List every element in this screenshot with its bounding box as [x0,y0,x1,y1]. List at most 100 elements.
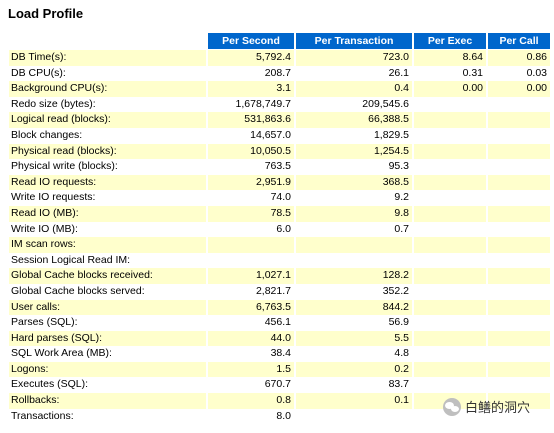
row-label: IM scan rows: [9,237,206,253]
table-row: Executes (SQL): 670.7 83.7 [9,377,550,394]
header-per-second: Per Second [208,33,294,50]
cell-per-call [488,143,550,160]
cell-per-exec [414,174,486,191]
cell-per-exec [414,252,486,269]
cell-per-second: 208.7 [208,65,294,82]
cell-per-transaction: 352.2 [296,283,412,300]
cell-per-call: 0.86 [488,50,550,66]
cell-per-exec [414,205,486,222]
row-label: Write IO requests: [9,190,206,206]
cell-per-second: 2,951.9 [208,174,294,191]
cell-per-call [488,283,550,300]
cell-per-transaction: 9.2 [296,190,412,206]
cell-per-exec [414,112,486,128]
cell-per-second: 74.0 [208,190,294,206]
cell-per-transaction: 1,829.5 [296,127,412,144]
cell-per-exec [414,221,486,238]
cell-per-second: 0.8 [208,393,294,409]
row-label: DB CPU(s): [9,65,206,82]
cell-per-transaction: 0.1 [296,393,412,409]
cell-per-transaction: 9.8 [296,205,412,222]
table-row: Logons: 1.5 0.2 [9,361,550,378]
cell-per-second: 456.1 [208,315,294,331]
cell-per-transaction: 4.8 [296,346,412,362]
cell-per-transaction [296,252,412,269]
row-label: Block changes: [9,127,206,144]
cell-per-call [488,330,550,347]
cell-per-call [488,127,550,144]
table-row: Global Cache blocks received: 1,027.1 128.… [9,268,550,284]
table-row: Write IO requests: 74.0 9.2 [9,190,550,206]
cell-per-second: 78.5 [208,205,294,222]
cell-per-transaction: 0.7 [296,221,412,238]
cell-per-exec [414,237,486,253]
cell-per-call [488,221,550,238]
cell-per-transaction [296,408,412,425]
table-body: DB Time(s): 5,792.4 723.0 8.64 0.86 DB CPU(s)… [9,50,550,425]
page-title: Load Profile [8,6,84,21]
cell-per-transaction: 0.2 [296,361,412,378]
header-per-exec: Per Exec [414,33,486,50]
cell-per-exec [414,143,486,160]
cell-per-exec: 0.31 [414,65,486,82]
row-label: Write IO (MB): [9,221,206,238]
cell-per-transaction: 26.1 [296,65,412,82]
table-row: Block changes: 14,657.0 1,829.5 [9,127,550,144]
row-label: Physical write (blocks): [9,159,206,175]
cell-per-call [488,159,550,175]
cell-per-second: 763.5 [208,159,294,175]
table-row: Session Logical Read IM: [9,252,550,269]
table-row: Logical read (blocks): 531,863.6 66,388.5 [9,112,550,128]
cell-per-exec [414,190,486,206]
cell-per-call [488,96,550,113]
table-row: DB CPU(s): 208.7 26.1 0.31 0.03 [9,65,550,82]
cell-per-second: 3.1 [208,81,294,97]
cell-per-exec [414,268,486,284]
cell-per-exec [414,127,486,144]
table-row: SQL Work Area (MB): 38.4 4.8 [9,346,550,362]
cell-per-second: 8.0 [208,408,294,425]
row-label: Transactions: [9,408,206,425]
cell-per-exec [414,346,486,362]
cell-per-transaction: 66,388.5 [296,112,412,128]
cell-per-call [488,190,550,206]
cell-per-transaction: 95.3 [296,159,412,175]
cell-per-second: 5,792.4 [208,50,294,66]
cell-per-transaction: 128.2 [296,268,412,284]
cell-per-call [488,205,550,222]
row-label: Logical read (blocks): [9,112,206,128]
wechat-icon [443,397,461,416]
row-label: Read IO (MB): [9,205,206,222]
row-label: Executes (SQL): [9,377,206,394]
cell-per-call [488,174,550,191]
cell-per-second [208,252,294,269]
row-label: Global Cache blocks received: [9,268,206,284]
cell-per-call: 0.03 [488,65,550,82]
row-label: Read IO requests: [9,174,206,191]
table-row: Write IO (MB): 6.0 0.7 [9,221,550,238]
cell-per-exec [414,96,486,113]
row-label: Global Cache blocks served: [9,283,206,300]
row-label: Background CPU(s): [9,81,206,97]
cell-per-call [488,377,550,394]
cell-per-transaction: 5.5 [296,330,412,347]
cell-per-second: 38.4 [208,346,294,362]
cell-per-exec: 8.64 [414,50,486,66]
table-row: Redo size (bytes): 1,678,749.7 209,545.6 [9,96,550,113]
header-per-call: Per Call [488,33,550,50]
cell-per-second: 14,657.0 [208,127,294,144]
table-row: Global Cache blocks served: 2,821.7 352.2 [9,283,550,300]
load-profile-table: Per Second Per Transaction Per Exec Per … [7,33,552,425]
cell-per-second: 531,863.6 [208,112,294,128]
row-label: Physical read (blocks): [9,143,206,160]
cell-per-exec [414,377,486,394]
cell-per-call [488,346,550,362]
cell-per-call [488,361,550,378]
header-blank [9,33,206,50]
row-label: User calls: [9,299,206,316]
cell-per-second: 6.0 [208,221,294,238]
row-label: Session Logical Read IM: [9,252,206,269]
table-row: Parses (SQL): 456.1 56.9 [9,315,550,331]
cell-per-transaction: 1,254.5 [296,143,412,160]
watermark: 白鳝的洞穴 [443,397,530,416]
